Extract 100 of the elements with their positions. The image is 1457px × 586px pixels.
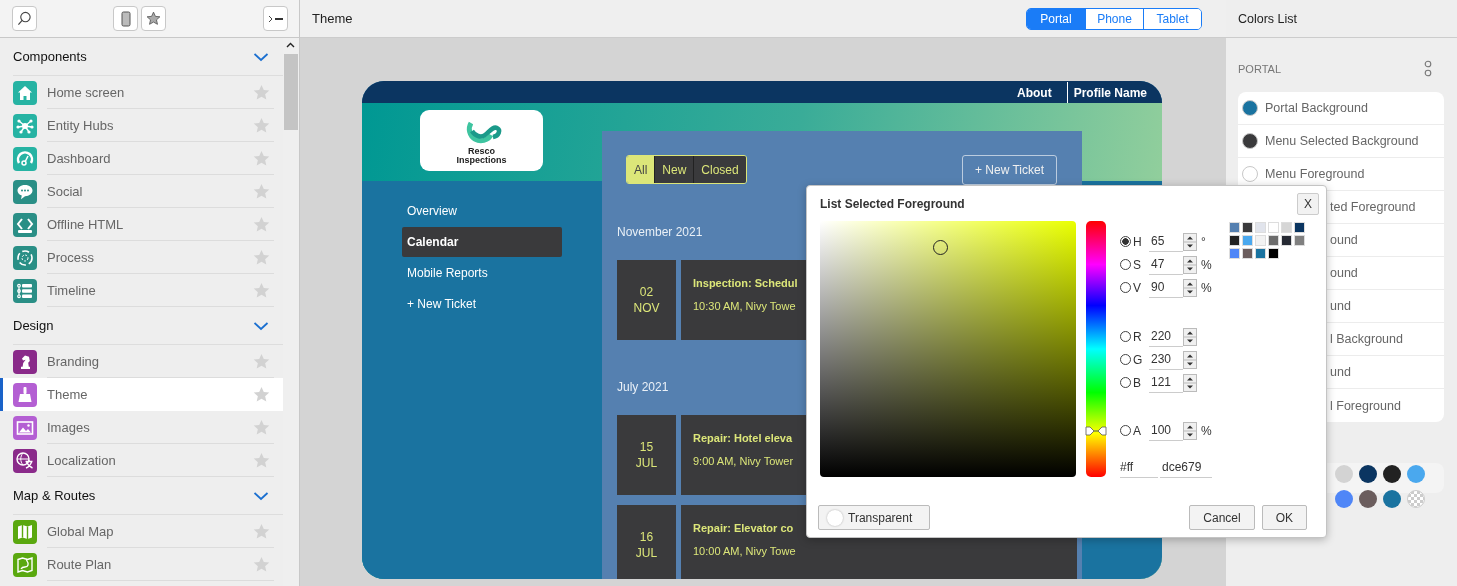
transparent-swatch[interactable] [1407, 490, 1425, 508]
star-icon[interactable] [252, 247, 271, 267]
scrollbar-thumb[interactable] [284, 54, 298, 130]
spinner-control[interactable] [1183, 373, 1197, 392]
sidebar-item[interactable]: Localization [0, 444, 283, 477]
color-swatch[interactable] [1359, 465, 1377, 483]
filter-tab[interactable]: New [654, 156, 694, 183]
color-swatch[interactable] [1268, 222, 1279, 233]
phone-view-button[interactable] [113, 6, 138, 31]
color-name[interactable]: ound [1330, 233, 1358, 247]
spinner-control[interactable] [1183, 255, 1197, 274]
portal-nav-item[interactable]: Mobile Reports [402, 258, 562, 288]
star-icon[interactable] [252, 450, 271, 470]
star-icon[interactable] [252, 82, 271, 102]
star-icon[interactable] [252, 148, 271, 168]
color-name[interactable]: Menu Foreground [1265, 167, 1365, 181]
color-swatch[interactable] [1229, 248, 1240, 259]
spinner-control[interactable] [1183, 232, 1197, 251]
close-button[interactable]: X [1297, 193, 1319, 215]
color-swatch[interactable] [1242, 222, 1253, 233]
sidebar-item[interactable]: Timeline [0, 274, 283, 307]
sidebar-item[interactable]: Entity Hubs [0, 109, 283, 142]
search-button[interactable] [12, 6, 37, 31]
star-icon[interactable] [252, 181, 271, 201]
view-tab[interactable]: Portal [1027, 8, 1085, 29]
color-swatch[interactable] [1255, 248, 1266, 259]
new-ticket-button[interactable]: + New Ticket [962, 155, 1057, 185]
color-name[interactable]: Portal Background [1265, 101, 1368, 115]
scroll-up-icon[interactable] [286, 42, 295, 48]
color-swatch[interactable] [1268, 248, 1279, 259]
color-swatch[interactable] [1294, 222, 1305, 233]
chevron-icon[interactable] [253, 320, 269, 331]
color-swatch[interactable] [1359, 490, 1377, 508]
chevron-icon[interactable] [253, 51, 269, 62]
sidebar-item[interactable]: Social [0, 175, 283, 208]
sidebar-item[interactable]: Theme [0, 378, 283, 411]
color-swatch[interactable] [1294, 235, 1305, 246]
color-swatch[interactable] [1255, 235, 1266, 246]
chevron-icon[interactable] [253, 490, 269, 501]
color-name[interactable]: l Foreground [1330, 398, 1401, 413]
hue-slider[interactable] [1086, 221, 1106, 477]
sidebar-item[interactable]: Images [0, 411, 283, 444]
color-swatch[interactable] [1229, 235, 1240, 246]
alpha-hex-field[interactable]: #ff [1120, 457, 1158, 478]
star-icon[interactable] [252, 417, 271, 437]
top-link[interactable]: Profile Name [1067, 86, 1162, 103]
color-name[interactable]: ted Foreground [1330, 200, 1416, 214]
view-tab[interactable]: Phone [1085, 8, 1143, 29]
radio-button[interactable] [1120, 236, 1131, 247]
star-icon[interactable] [252, 554, 271, 574]
star-icon[interactable] [252, 521, 271, 541]
portal-nav-item[interactable]: Overview [402, 196, 562, 226]
spinner-control[interactable] [1183, 327, 1197, 346]
color-swatch[interactable] [1335, 490, 1353, 508]
spinner-control[interactable] [1183, 350, 1197, 369]
hue-slider-handle[interactable] [1085, 425, 1107, 436]
sidebar-item[interactable]: Offline HTML [0, 208, 283, 241]
spinner-control[interactable] [1183, 421, 1197, 440]
star-icon[interactable] [252, 280, 271, 300]
star-icon[interactable] [252, 351, 271, 371]
section-header[interactable]: Design [13, 318, 54, 333]
filter-tab[interactable]: Closed [693, 156, 746, 183]
color-swatch[interactable] [1281, 235, 1292, 246]
view-tab[interactable]: Tablet [1143, 8, 1201, 29]
color-name[interactable]: Menu Selected Background [1265, 134, 1419, 148]
color-swatch[interactable] [1229, 222, 1240, 233]
sidebar-item[interactable]: Dashboard [0, 142, 283, 175]
collapse-button[interactable] [263, 6, 288, 31]
color-name[interactable]: ound [1330, 266, 1358, 280]
color-swatch[interactable] [1268, 235, 1279, 246]
portal-nav-item[interactable]: + New Ticket [402, 289, 562, 319]
color-name[interactable]: und [1330, 365, 1351, 379]
color-swatch[interactable] [1407, 465, 1425, 483]
color-name[interactable]: l Background [1330, 332, 1403, 346]
color-swatch[interactable] [1255, 222, 1266, 233]
sidebar-item[interactable]: Route Plan [0, 548, 283, 581]
dialog-button[interactable]: Cancel [1189, 505, 1255, 530]
star-icon[interactable] [252, 214, 271, 234]
star-icon[interactable] [252, 384, 271, 404]
more-icon[interactable] [1424, 60, 1432, 78]
sidebar-item[interactable]: Process [0, 241, 283, 274]
spinner-control[interactable] [1183, 278, 1197, 297]
star-icon[interactable] [252, 115, 271, 135]
color-swatch[interactable] [1383, 465, 1401, 483]
color-swatch[interactable] [1242, 235, 1253, 246]
color-name[interactable]: und [1330, 299, 1351, 313]
transparent-button[interactable]: Transparent [818, 505, 930, 530]
hex-field[interactable]: dce679 [1160, 457, 1212, 478]
sidebar-item[interactable]: Home screen [0, 76, 283, 109]
section-header[interactable]: Map & Routes [13, 488, 96, 503]
color-swatch[interactable] [1242, 248, 1253, 259]
section-header[interactable]: Components [13, 49, 87, 64]
sidebar-item[interactable]: Global Map [0, 515, 283, 548]
color-swatch[interactable] [1281, 222, 1292, 233]
saturation-value-area[interactable] [820, 221, 1076, 477]
filter-tab[interactable]: All [627, 156, 655, 183]
favorites-button[interactable] [141, 6, 166, 31]
color-swatch[interactable] [1383, 490, 1401, 508]
color-swatch[interactable] [1335, 465, 1353, 483]
dialog-button[interactable]: OK [1261, 505, 1307, 530]
